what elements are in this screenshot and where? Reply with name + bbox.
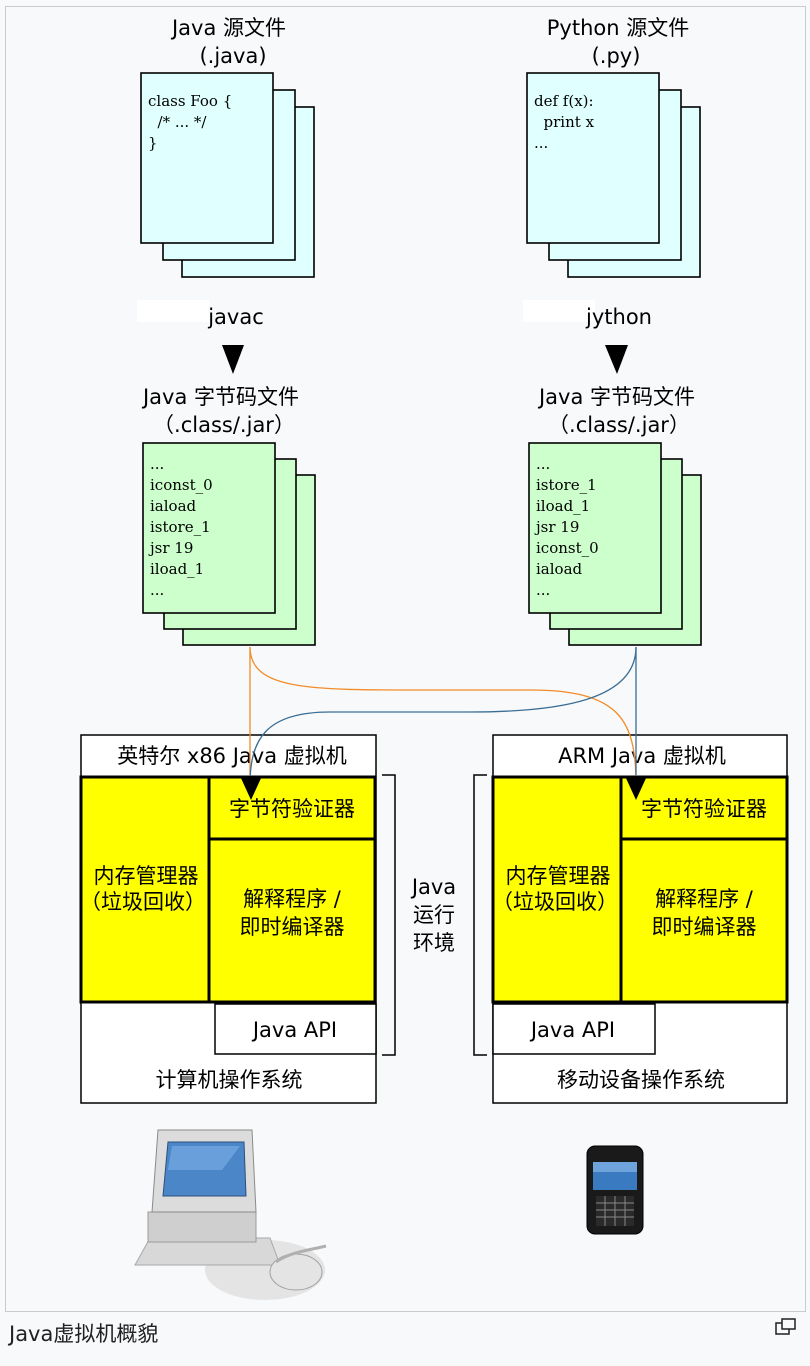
java-bytecode-line: iload_1 bbox=[150, 560, 204, 578]
java-bytecode-line: ... bbox=[150, 581, 164, 599]
java-bytecode-file-stack: ... iconst_0 iaload istore_1 jsr 19 iloa… bbox=[142, 442, 316, 646]
enlarge-icon[interactable] bbox=[775, 1318, 797, 1338]
jre-bracket-left bbox=[382, 774, 396, 1056]
java-bytecode-title: Java 字节码文件 bbox=[141, 385, 299, 409]
java-source-code-line: } bbox=[148, 134, 158, 152]
vm-left-jit-compiler: 即时编译器 bbox=[240, 915, 345, 939]
jvm-overview-diagram: class Foo { /* ... */ } Java 源文件 (.java)… bbox=[79, 16, 789, 1300]
python-bytecode-line: jsr 19 bbox=[534, 518, 579, 536]
vm-right-java-api: Java API bbox=[529, 1018, 615, 1042]
jre-label-line: Java bbox=[410, 875, 456, 899]
vm-right-os: 移动设备操作系统 bbox=[557, 1068, 725, 1092]
python-bytecode-line: iconst_0 bbox=[536, 539, 599, 557]
java-source-code-line: /* ... */ bbox=[148, 113, 207, 131]
vm-left-os: 计算机操作系统 bbox=[156, 1068, 303, 1092]
python-bytecode-line: ... bbox=[536, 581, 550, 599]
java-bytecode-line: istore_1 bbox=[150, 518, 211, 536]
python-bytecode-ext: （.class/.jar） bbox=[548, 413, 690, 437]
java-source-code-line: class Foo { bbox=[148, 92, 232, 110]
python-source-code-line: ... bbox=[534, 134, 548, 152]
java-source-file-stack: class Foo { /* ... */ } bbox=[140, 72, 315, 278]
vm-right-memory-manager: 内存管理器 bbox=[506, 864, 611, 888]
figure-caption: Java虚拟机概貌 bbox=[9, 1322, 159, 1346]
java-source-title: Java 源文件 bbox=[170, 16, 286, 40]
python-bytecode-line: iload_1 bbox=[536, 497, 590, 515]
vm-left-title: 英特尔 x86 Java 虚拟机 bbox=[117, 744, 347, 768]
vm-left-java-api: Java API bbox=[251, 1018, 337, 1042]
python-bytecode-file-stack: ... istore_1 iload_1 jsr 19 iconst_0 ial… bbox=[528, 442, 702, 646]
vm-right-bytecode-verifier: 字节符验证器 bbox=[641, 797, 767, 821]
java-bytecode-line: iaload bbox=[150, 497, 197, 515]
python-source-title: Python 源文件 bbox=[547, 16, 689, 40]
python-bytecode-line: ... bbox=[536, 455, 550, 473]
jre-label-line: 环境 bbox=[413, 931, 455, 955]
python-source-file-stack: def f(x): print x ... bbox=[526, 72, 701, 278]
jython-arrow-icon bbox=[605, 345, 628, 374]
java-source-ext: (.java) bbox=[199, 44, 266, 68]
vm-left-interpreter: 解释程序 / bbox=[243, 887, 342, 911]
vm-right-interpreter: 解释程序 / bbox=[655, 887, 754, 911]
jython-label: jython bbox=[585, 305, 652, 329]
python-source-code-line: print x bbox=[534, 113, 595, 131]
desktop-computer-icon bbox=[134, 1129, 327, 1300]
javac-label: javac bbox=[207, 305, 264, 329]
python-source-code-line: def f(x): bbox=[534, 92, 594, 110]
vm-left-memory-manager: 内存管理器 bbox=[94, 864, 199, 888]
javac-arrow-icon bbox=[222, 345, 244, 374]
vm-left-bytecode-verifier: 字节符验证器 bbox=[229, 797, 355, 821]
java-bytecode-line: ... bbox=[150, 455, 164, 473]
java-bytecode-line: iconst_0 bbox=[150, 476, 213, 494]
jython-label-bg bbox=[523, 300, 595, 322]
javac-label-bg bbox=[137, 300, 209, 322]
python-source-ext: (.py) bbox=[592, 44, 641, 68]
jre-bracket-right bbox=[473, 774, 487, 1056]
java-bytecode-ext: （.class/.jar） bbox=[153, 413, 295, 437]
vm-right-title: ARM Java 虚拟机 bbox=[558, 744, 726, 768]
mobile-phone-icon bbox=[586, 1145, 644, 1235]
python-bytecode-title: Java 字节码文件 bbox=[537, 385, 695, 409]
vm-right-garbage-collection: （垃圾回收） bbox=[492, 890, 618, 914]
vm-left-garbage-collection: （垃圾回收） bbox=[80, 890, 206, 914]
jre-label-line: 运行 bbox=[413, 903, 455, 927]
python-bytecode-line: istore_1 bbox=[536, 476, 597, 494]
java-bytecode-line: jsr 19 bbox=[148, 539, 193, 557]
vm-right-jit-compiler: 即时编译器 bbox=[652, 915, 757, 939]
python-bytecode-line: iaload bbox=[536, 560, 583, 578]
